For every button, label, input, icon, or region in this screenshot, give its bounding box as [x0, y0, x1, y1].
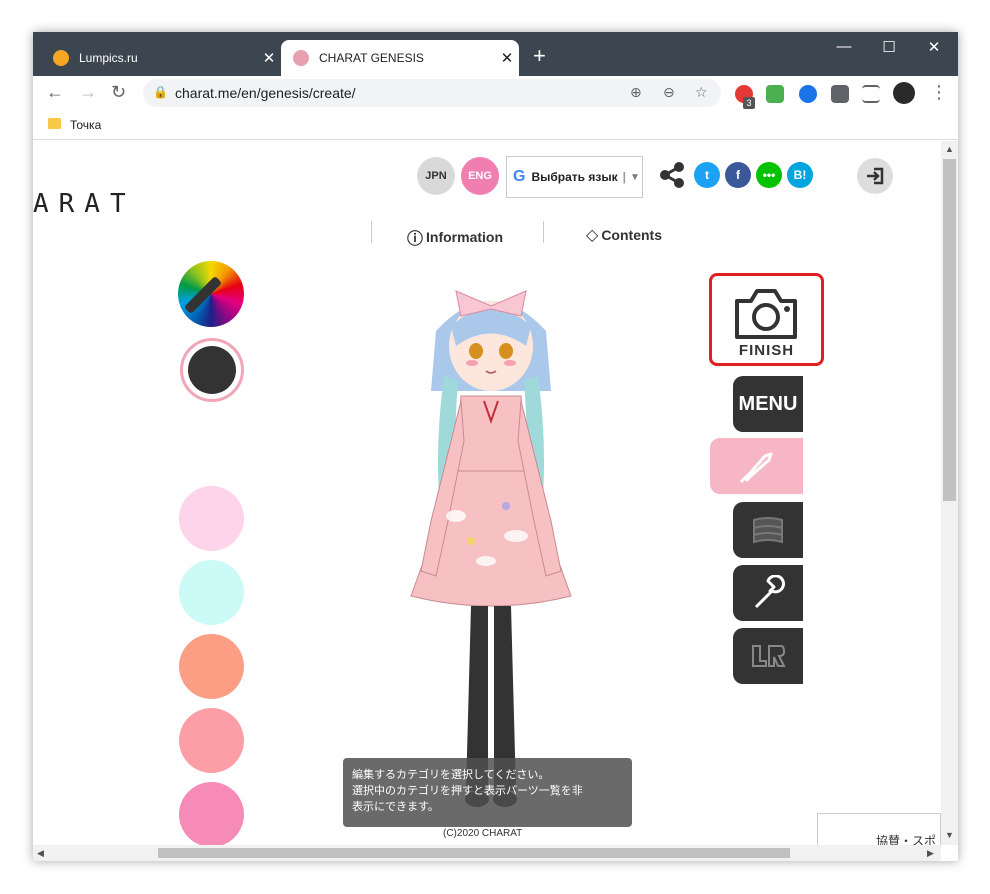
folder-icon — [48, 118, 61, 129]
lang-eng-button[interactable]: ENG — [461, 157, 499, 195]
back-button[interactable]: ← — [46, 83, 64, 101]
tab-lumpics[interactable]: Lumpics.ru ✕ — [41, 40, 281, 76]
current-color-fill — [188, 346, 236, 394]
maximize-button[interactable]: ☐ — [866, 38, 912, 56]
lock-icon: 🔒 — [153, 85, 168, 99]
bookmark-folder-label[interactable]: Точка — [70, 118, 101, 132]
extension-globe-icon[interactable] — [799, 85, 817, 103]
forward-button[interactable]: → — [79, 83, 97, 101]
close-window-button[interactable]: ✕ — [911, 38, 957, 56]
color-swatch[interactable] — [179, 782, 244, 845]
copyright-text: (C)2020 CHARAT — [443, 828, 523, 839]
profile-avatar[interactable] — [893, 82, 915, 104]
extensions-puzzle-icon[interactable] — [831, 85, 849, 103]
nav-divider — [543, 221, 544, 243]
settings-wrench-button[interactable] — [733, 565, 803, 621]
current-color-indicator[interactable] — [180, 338, 244, 402]
close-tab-icon[interactable]: ✕ — [257, 49, 281, 67]
horizontal-scrollbar[interactable]: ◀ ▶ — [33, 845, 941, 861]
close-tab-icon[interactable]: ✕ — [495, 49, 519, 67]
nav-contents-label: Contents — [601, 227, 662, 243]
paint-brush-icon — [739, 452, 772, 484]
vertical-scroll-thumb[interactable] — [943, 159, 956, 501]
tooltip-line: 選択中のカテゴリを押すと表示パーツ一覧を非 — [352, 785, 583, 797]
zoom-out-icon[interactable]: ⊖ — [663, 84, 675, 101]
scroll-down-icon[interactable]: ▼ — [945, 830, 954, 840]
charat-favicon-icon — [293, 50, 309, 66]
color-wheel-picker-icon[interactable] — [178, 261, 244, 327]
sponsor-label: 協賛・スポ — [876, 834, 937, 845]
media-queue-icon[interactable] — [862, 85, 880, 103]
line-share-icon[interactable]: ••• — [756, 162, 782, 188]
page-viewport: ARAT JPN ENG G Выбрать язык | ▼ t f ••• … — [33, 141, 941, 845]
left-right-flip-button[interactable] — [733, 628, 803, 684]
google-translate-select[interactable]: G Выбрать язык | ▼ — [506, 156, 643, 198]
translate-label: Выбрать язык — [531, 170, 618, 184]
tab-charat-genesis[interactable]: CHARAT GENESIS ✕ — [281, 40, 519, 76]
color-swatch[interactable] — [179, 560, 244, 625]
info-icon: ⓘ — [407, 231, 424, 248]
tab-strip: Lumpics.ru ✕ CHARAT GENESIS ✕ + — ☐ ✕ — [33, 32, 958, 76]
lang-jpn-button[interactable]: JPN — [417, 157, 455, 195]
nav-information[interactable]: ⓘ Information — [407, 225, 503, 249]
color-swatch[interactable] — [179, 634, 244, 699]
charat-logo[interactable]: ARAT — [33, 189, 136, 219]
wrench-icon — [754, 575, 785, 609]
nav-information-label: Information — [426, 229, 504, 245]
url-text: charat.me/en/genesis/create/ — [175, 85, 356, 101]
address-bar[interactable]: 🔒 charat.me/en/genesis/create/ ⊕ ⊖ ☆ — [143, 79, 721, 107]
zoom-in-icon[interactable]: ⊕ — [630, 84, 642, 101]
finish-button[interactable]: FINISH — [709, 273, 824, 366]
nav-contents[interactable]: ◇ Contents — [586, 225, 662, 245]
lumpics-favicon-icon — [53, 50, 69, 66]
twitter-share-icon[interactable]: t — [694, 162, 720, 188]
extension-music-icon[interactable] — [766, 85, 784, 103]
category-hint-tooltip: 編集するカテゴリを選択してください。 選択中のカテゴリを押すと表示パーツ一覧を非… — [343, 758, 632, 827]
brush-tool-button[interactable] — [710, 438, 803, 494]
scroll-up-icon[interactable]: ▲ — [945, 144, 954, 154]
tab-title: CHARAT GENESIS — [319, 51, 424, 65]
background-button[interactable] — [733, 502, 803, 558]
hatena-bookmark-icon[interactable]: B! — [787, 162, 813, 188]
menu-button[interactable]: MENU — [733, 376, 803, 432]
login-icon[interactable] — [857, 158, 893, 194]
bookmarks-bar: Точка — [33, 110, 958, 140]
scroll-right-icon[interactable]: ▶ — [927, 848, 934, 859]
vertical-scrollbar[interactable]: ▲ ▼ — [941, 141, 958, 845]
lr-flip-icon — [752, 645, 786, 667]
extension-badge: 3 — [743, 97, 755, 109]
browser-window: Lumpics.ru ✕ CHARAT GENESIS ✕ + — ☐ ✕ ← … — [33, 32, 958, 861]
diamond-icon: ◇ — [586, 227, 599, 244]
chevron-down-icon: ▼ — [629, 171, 640, 183]
reload-button[interactable]: ↻ — [111, 83, 126, 101]
share-icon[interactable] — [658, 161, 686, 189]
tooltip-line: 表示にできます。 — [352, 801, 439, 813]
tab-title: Lumpics.ru — [79, 51, 138, 65]
new-tab-button[interactable]: + — [533, 45, 546, 67]
tooltip-line: 編集するカテゴリを選択してください。 — [352, 769, 550, 781]
bookmark-star-icon[interactable]: ☆ — [695, 84, 708, 101]
finish-label: FINISH — [738, 342, 795, 359]
facebook-share-icon[interactable]: f — [725, 162, 751, 188]
sponsor-box: 協賛・スポ — [817, 813, 941, 845]
eyedropper-icon — [183, 275, 223, 315]
horizontal-scroll-thumb[interactable] — [158, 848, 790, 858]
nav-divider — [371, 221, 372, 243]
color-swatch[interactable] — [179, 486, 244, 551]
browser-menu-icon[interactable]: ⋮ — [930, 83, 948, 101]
browser-toolbar: ← → ↻ 🔒 charat.me/en/genesis/create/ ⊕ ⊖… — [33, 76, 958, 110]
translate-divider: | — [622, 170, 626, 184]
minimize-button[interactable]: — — [821, 38, 867, 55]
scroll-left-icon[interactable]: ◀ — [37, 848, 44, 859]
color-swatch[interactable] — [179, 708, 244, 773]
camera-icon — [735, 289, 797, 339]
google-icon: G — [513, 168, 526, 185]
background-waves-icon — [753, 517, 783, 544]
